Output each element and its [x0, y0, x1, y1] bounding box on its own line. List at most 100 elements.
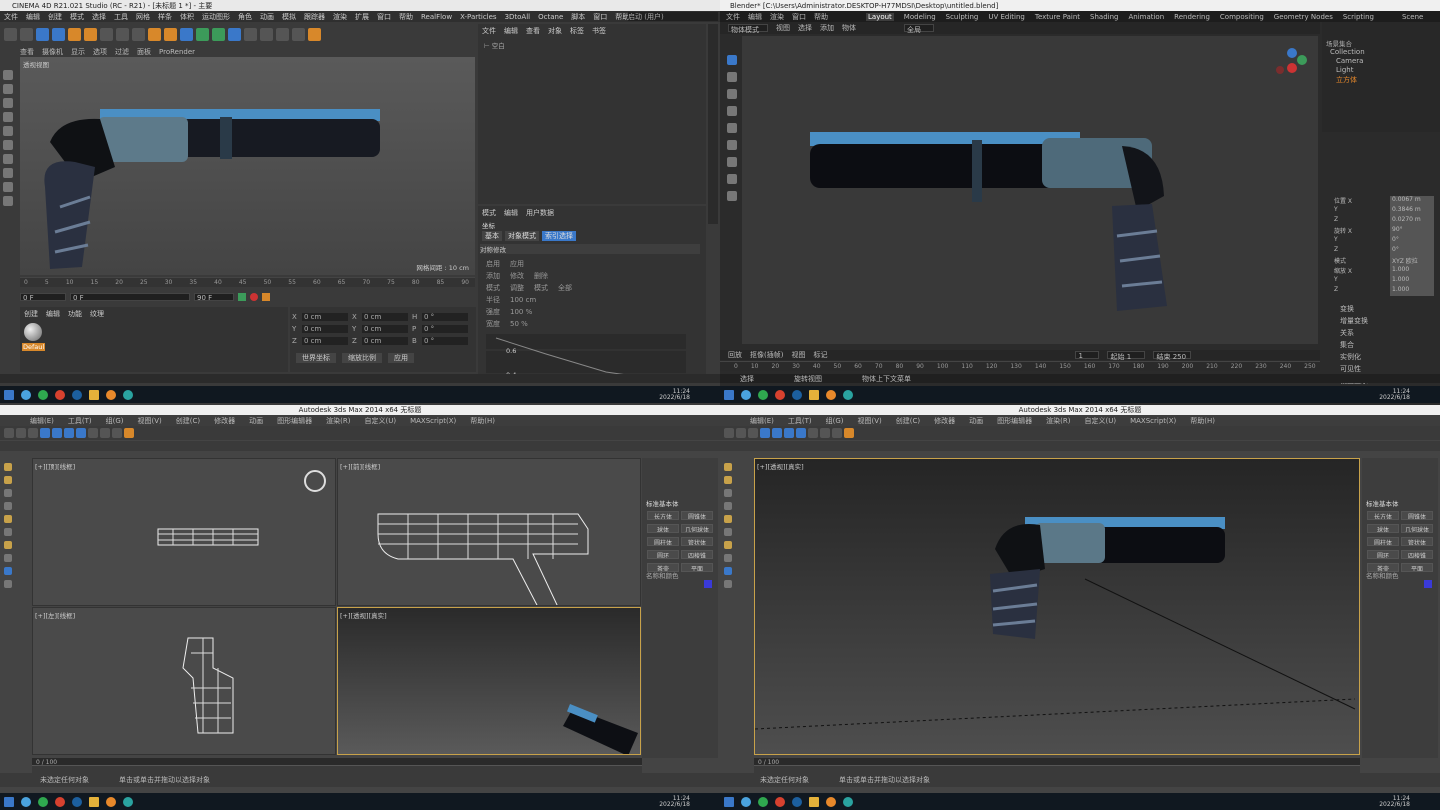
prop-value[interactable]: 1.000: [1390, 266, 1434, 276]
prop-group[interactable]: 变换: [1340, 304, 1368, 316]
outliner-item[interactable]: Light: [1330, 66, 1365, 75]
search-icon[interactable]: [21, 796, 31, 807]
create-button[interactable]: 圆锥体: [1401, 511, 1433, 520]
mode-texture-icon[interactable]: [3, 84, 13, 94]
prop-group[interactable]: 关系: [1340, 328, 1368, 340]
tool-a-icon[interactable]: [724, 463, 732, 471]
mode-select[interactable]: 物体模式: [728, 24, 768, 34]
outliner-item[interactable]: Camera: [1330, 57, 1365, 66]
menu-item[interactable]: 动画: [260, 12, 274, 22]
viewport-left[interactable]: [+][左][线框]: [32, 607, 336, 755]
key-icon[interactable]: [262, 293, 270, 301]
prop-value[interactable]: XYZ 欧拉: [1390, 256, 1434, 266]
viewport-menu-item[interactable]: 显示: [71, 47, 85, 56]
move-icon[interactable]: [52, 428, 62, 438]
c4d-app-icon[interactable]: [792, 389, 802, 400]
menu-item[interactable]: 样条: [158, 12, 172, 22]
select-icon[interactable]: [760, 428, 770, 438]
menu-item[interactable]: 工具(T): [68, 416, 92, 426]
snap-icon[interactable]: [88, 428, 98, 438]
workspace-tab[interactable]: Animation: [1128, 13, 1164, 21]
create-button[interactable]: 管状体: [1401, 537, 1433, 546]
wechat-icon[interactable]: [758, 796, 768, 807]
mode-point-icon[interactable]: [3, 98, 13, 108]
transform-orientation[interactable]: 全局: [904, 24, 934, 34]
workspace-tab[interactable]: Shading: [1090, 13, 1118, 21]
menu-item[interactable]: 窗口: [792, 12, 806, 22]
prop-value[interactable]: 0.0067 m: [1390, 196, 1434, 206]
attr-field[interactable]: 删除: [534, 271, 548, 281]
frame-end-field[interactable]: 90 F: [194, 293, 234, 302]
color-swatch[interactable]: [1424, 580, 1432, 588]
max-app-icon[interactable]: [123, 796, 133, 807]
c4d-layout-select[interactable]: 启动 (用户): [628, 12, 718, 21]
coord-button[interactable]: 缩放比例: [342, 353, 382, 363]
menu-item[interactable]: 创建: [48, 12, 62, 22]
menu-item[interactable]: 渲染(R): [1046, 416, 1070, 426]
frame-end[interactable]: 结束 250: [1153, 351, 1192, 360]
render-icon[interactable]: [148, 27, 161, 41]
camera-icon[interactable]: [276, 27, 289, 41]
redo-icon[interactable]: [20, 27, 33, 41]
tool-g-icon[interactable]: [4, 541, 12, 549]
tool-b-icon[interactable]: [4, 476, 12, 484]
menu-item[interactable]: 修改器: [214, 416, 235, 426]
start-icon[interactable]: [724, 796, 734, 807]
view-menu-item[interactable]: 选择: [798, 23, 812, 33]
max-time-slider[interactable]: 0 / 100: [754, 757, 1360, 766]
annotate-icon[interactable]: [727, 157, 737, 167]
search-icon[interactable]: [21, 389, 31, 400]
tool-j-icon[interactable]: [4, 580, 12, 588]
menu-item[interactable]: 扩展: [355, 12, 369, 22]
view-menu-item[interactable]: 添加: [820, 23, 834, 33]
chrome-icon[interactable]: [775, 389, 785, 400]
coord-button[interactable]: 世界坐标: [296, 353, 336, 363]
menu-item[interactable]: 编辑(E): [30, 416, 54, 426]
menu-item[interactable]: 帮助: [814, 12, 828, 22]
viewport-menu-item[interactable]: 选项: [93, 47, 107, 56]
scale-icon[interactable]: [76, 428, 86, 438]
object-menu-item[interactable]: 书签: [592, 26, 606, 36]
deformer-icon[interactable]: [244, 27, 257, 41]
workspace-tab[interactable]: Geometry Nodes: [1274, 13, 1333, 21]
menu-item[interactable]: 创建(C): [176, 416, 200, 426]
render-icon[interactable]: [844, 428, 854, 438]
attr-field[interactable]: 调整: [510, 283, 524, 293]
attr-field[interactable]: 修改: [510, 271, 524, 281]
menu-item[interactable]: RealFlow: [421, 13, 452, 21]
create-button[interactable]: 管状体: [681, 537, 713, 546]
nurbs-icon[interactable]: [212, 27, 225, 41]
coord-button[interactable]: 应用: [388, 353, 414, 363]
create-button[interactable]: 圆环: [647, 550, 679, 559]
scale-icon[interactable]: [796, 428, 806, 438]
coord-value[interactable]: 0 cm: [362, 325, 408, 333]
object-menu-item[interactable]: 文件: [482, 26, 496, 36]
workspace-tab[interactable]: Rendering: [1174, 13, 1210, 21]
scene-name[interactable]: Scene: [1402, 13, 1423, 21]
menu-item[interactable]: 体积: [180, 12, 194, 22]
tool-i-icon[interactable]: [724, 567, 732, 575]
blender-app-icon[interactable]: [106, 796, 116, 807]
menu-item[interactable]: 运动图形: [202, 12, 230, 22]
search-icon[interactable]: [741, 796, 751, 807]
frame-current-field[interactable]: 0 F: [70, 293, 190, 302]
workplane-icon[interactable]: [3, 168, 13, 178]
workspace-tab[interactable]: Compositing: [1220, 13, 1264, 21]
menu-item[interactable]: Octane: [538, 13, 563, 21]
workspace-tab[interactable]: Sculpting: [946, 13, 979, 21]
rotate-icon[interactable]: [727, 106, 737, 116]
tool-e-icon[interactable]: [4, 515, 12, 523]
redo-icon[interactable]: [736, 428, 746, 438]
attr-field[interactable]: 模式: [534, 283, 548, 293]
menu-item[interactable]: 脚本: [571, 12, 585, 22]
coord-value[interactable]: 0 °: [422, 313, 468, 321]
outliner-item[interactable]: 立方体: [1330, 75, 1365, 84]
menu-item[interactable]: 动画: [249, 416, 263, 426]
tool-d-icon[interactable]: [4, 502, 12, 510]
create-button[interactable]: 四棱锥: [681, 550, 713, 559]
z-axis-icon[interactable]: [132, 27, 145, 41]
menu-item[interactable]: 3DtoAll: [505, 13, 531, 21]
workspace-tab[interactable]: Texture Paint: [1035, 13, 1080, 21]
max-app-icon[interactable]: [843, 389, 853, 400]
render-view-icon[interactable]: [164, 27, 177, 41]
